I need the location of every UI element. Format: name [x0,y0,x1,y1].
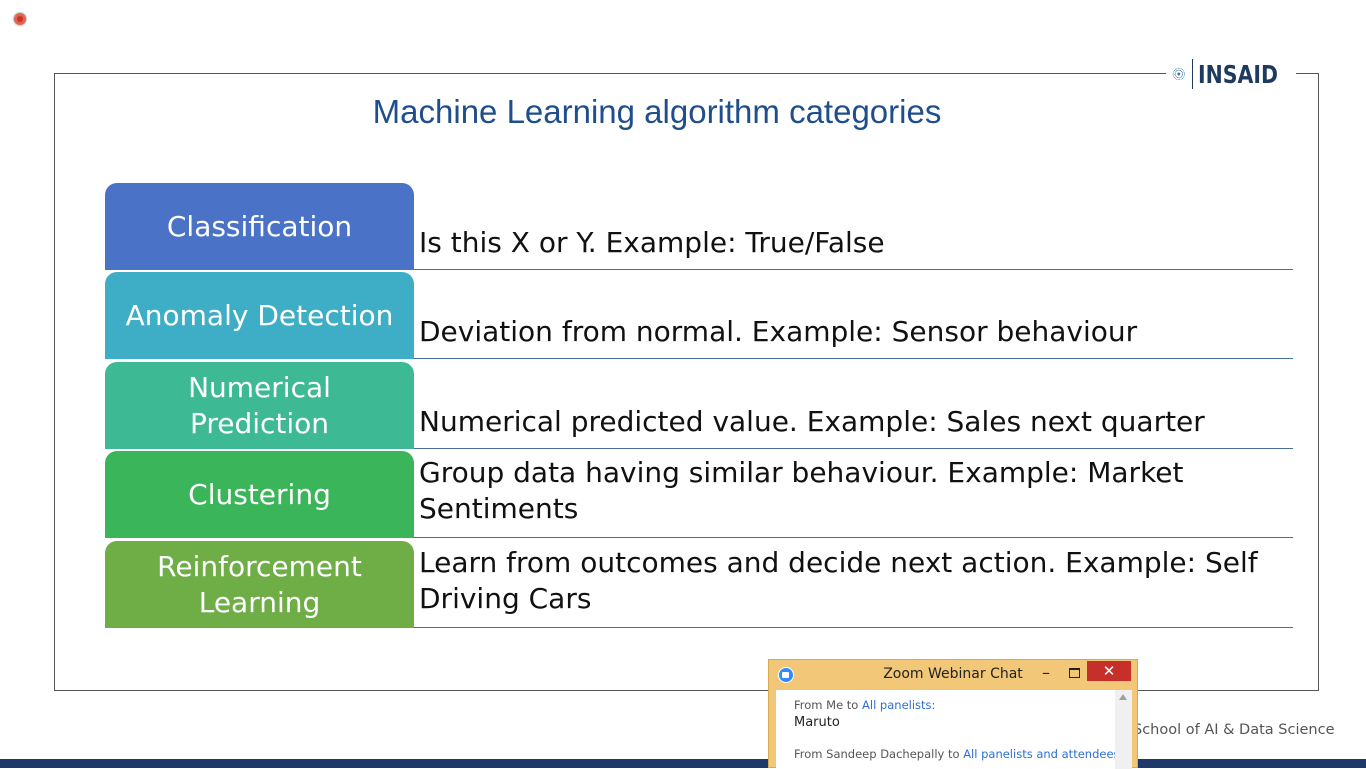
description-text: Learn from outcomes and decide next acti… [419,546,1258,615]
category-description: Numerical predicted value. Example: Sale… [419,362,1289,448]
chat-message-header: From Me to All panelists: [794,698,935,712]
chat-message-header: From Sandeep Dachepally to All panelists… [794,747,1123,761]
message-sender: From Sandeep Dachepally to [794,747,964,761]
category-box: Numerical Prediction [105,362,414,449]
category-row-clustering: Clustering Group data having similar beh… [105,451,1293,538]
message-recipient[interactable]: All panelists and attendees: [963,747,1123,761]
category-row-classification: Classification Is this X or Y. Example: … [105,183,1293,270]
minimize-button[interactable]: – [1034,663,1058,683]
category-description: Is this X or Y. Example: True/False [419,183,1289,269]
description-text: Group data having similar behaviour. Exa… [419,456,1184,525]
category-description: Deviation from normal. Example: Sensor b… [419,272,1289,358]
maximize-button[interactable] [1062,663,1086,683]
category-box: Clustering [105,451,414,538]
row-divider [414,537,1293,538]
bottom-accent-bar [0,759,1366,768]
slide-title: Machine Learning algorithm categories [372,93,942,130]
zoom-chat-window[interactable]: Zoom Webinar Chat – ✕ From Me to All pan… [768,659,1138,769]
category-box: Anomaly Detection [105,272,414,359]
slide-footer: School of AI & Data Science [1133,722,1335,738]
category-box: Reinforcement Learning [105,541,414,628]
chat-scrollbar[interactable] [1115,690,1132,769]
message-recipient[interactable]: All panelists: [862,698,935,712]
description-text: Is this X or Y. Example: True/False [419,226,885,259]
recording-indicator-icon [14,13,26,25]
insaid-logo: INSAID [1166,54,1296,94]
insaid-logo-icon [1172,67,1185,81]
message-sender: From Me to [794,698,863,712]
chat-titlebar[interactable]: Zoom Webinar Chat – ✕ [769,660,1137,690]
chat-message-text: Maruto [794,715,840,730]
row-divider [414,358,1293,359]
category-row-numerical-prediction: Numerical Prediction Numerical predicted… [105,362,1293,449]
description-text: Deviation from normal. Example: Sensor b… [419,315,1138,348]
description-text: Numerical predicted value. Example: Sale… [419,405,1205,438]
category-description: Group data having similar behaviour. Exa… [419,451,1289,537]
chat-messages: From Me to All panelists: Maruto From Sa… [776,690,1132,769]
row-divider [414,448,1293,449]
logo-wordmark: INSAID [1198,59,1279,89]
row-divider [414,269,1293,270]
category-box: Classification [105,183,414,270]
row-divider [414,627,1293,628]
logo-divider [1191,59,1193,89]
category-row-anomaly-detection: Anomaly Detection Deviation from normal.… [105,272,1293,359]
category-description: Learn from outcomes and decide next acti… [419,541,1289,627]
close-button[interactable]: ✕ [1087,661,1131,681]
category-row-reinforcement-learning: Reinforcement Learning Learn from outcom… [105,541,1293,628]
